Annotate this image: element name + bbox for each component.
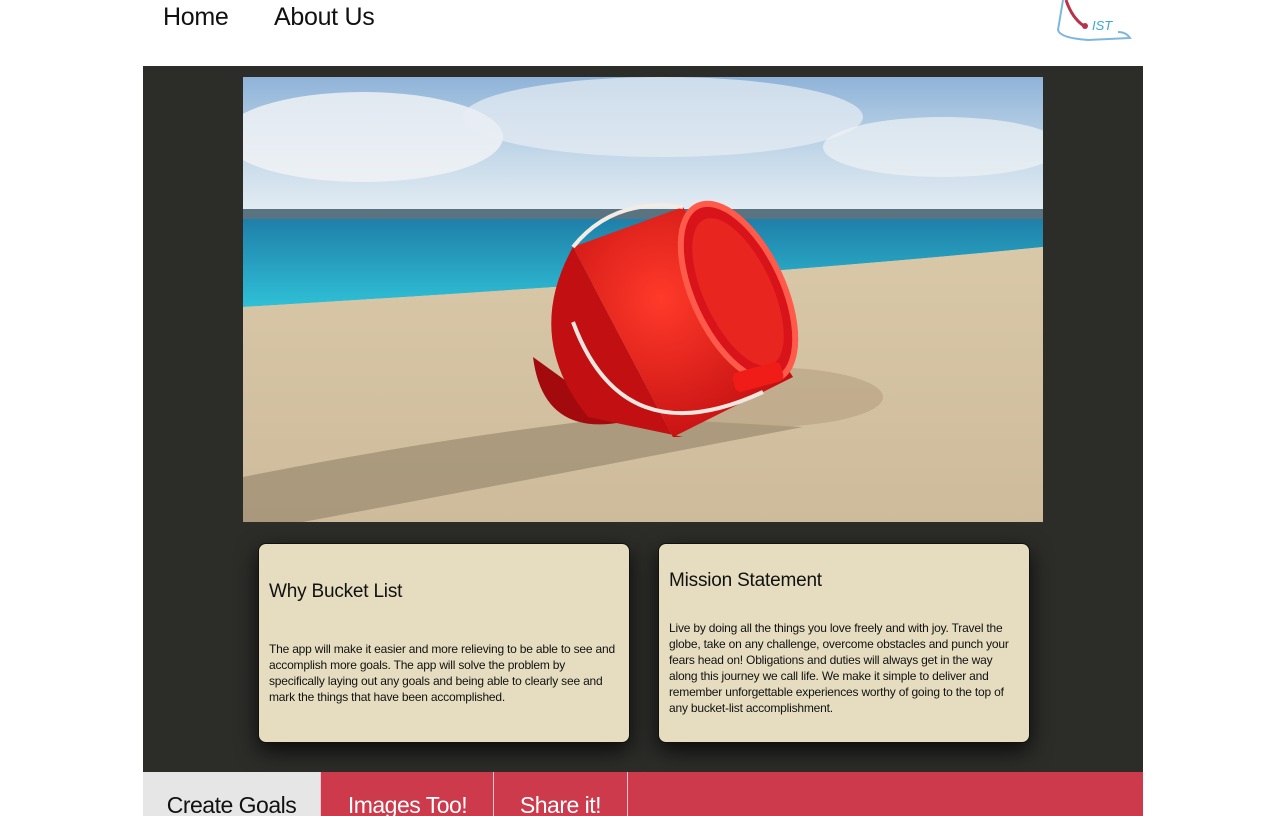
feature-tabs: Create Goals Images Too! Share it! <box>143 772 1143 816</box>
card-body: The app will make it easier and more rel… <box>269 642 615 704</box>
beach-bucket-image <box>243 77 1043 522</box>
tab-images-too[interactable]: Images Too! <box>320 772 494 816</box>
top-navigation: Home About Us IST <box>143 0 1143 66</box>
card-title: Why Bucket List <box>269 581 403 602</box>
tab-share-it[interactable]: Share it! <box>493 772 628 816</box>
card-title: Mission Statement <box>669 570 822 591</box>
tab-create-goals[interactable]: Create Goals <box>143 772 320 816</box>
nav-about-link[interactable]: About Us <box>274 0 375 34</box>
why-bucket-list-card: Why Bucket List The app will make it eas… <box>258 543 630 743</box>
mission-statement-card: Mission Statement Live by doing all the … <box>658 543 1030 743</box>
logo-text: IST <box>1092 18 1113 33</box>
bucket-list-logo-icon[interactable]: IST <box>1048 0 1143 44</box>
main-panel: Why Bucket List The app will make it eas… <box>143 66 1143 772</box>
nav-home-link[interactable]: Home <box>163 0 229 34</box>
card-body: Live by doing all the things you love fr… <box>669 621 1009 715</box>
